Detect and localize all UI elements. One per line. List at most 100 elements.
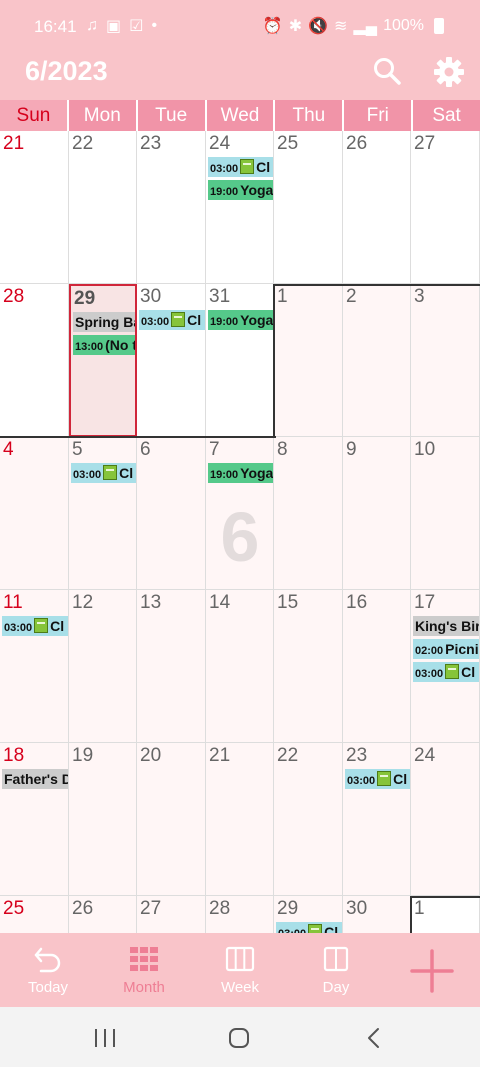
day-number: 14 bbox=[209, 592, 231, 613]
day-cell[interactable]: 26 bbox=[69, 896, 137, 933]
month-title[interactable]: 6/2023 bbox=[25, 56, 108, 87]
event-chip[interactable]: 03:00Cl bbox=[2, 616, 68, 636]
day-cell[interactable]: 19 bbox=[69, 743, 137, 896]
day-cell[interactable]: 25 bbox=[0, 896, 69, 933]
event-chip[interactable]: 03:00Cl bbox=[139, 310, 205, 330]
day-cell[interactable]: 18 Father's D bbox=[0, 743, 69, 896]
event-chip[interactable]: 03:00Cl bbox=[71, 463, 136, 483]
day-number: 7 bbox=[209, 439, 220, 460]
day-cell[interactable]: 16 bbox=[343, 590, 411, 743]
day-cell[interactable]: 22 bbox=[69, 131, 137, 284]
event-title: Cl bbox=[256, 159, 271, 175]
day-cell[interactable]: 27 bbox=[411, 131, 480, 284]
day-cell[interactable]: 30 03:00 Cl bbox=[137, 284, 206, 437]
day-columns-icon bbox=[323, 946, 349, 972]
day-cell[interactable]: 10 bbox=[411, 437, 480, 590]
event-chip[interactable]: 19:00 Yoga bbox=[208, 180, 273, 200]
event-time: 19:00 bbox=[210, 469, 239, 481]
day-cell[interactable]: 17 King's Bir 02:00 Picni 03:00 Cl bbox=[411, 590, 480, 743]
day-cell[interactable]: 11 03:00 Cl bbox=[0, 590, 69, 743]
day-cell[interactable]: 26 bbox=[343, 131, 411, 284]
battery-icon bbox=[434, 18, 444, 34]
day-cell[interactable]: 6 bbox=[137, 437, 206, 590]
day-number: 23 bbox=[346, 745, 368, 766]
day-cell[interactable]: 22 bbox=[274, 743, 343, 896]
event-time: 03:00 bbox=[347, 775, 376, 787]
battery-percent: 100% bbox=[383, 17, 424, 34]
day-cell[interactable]: 5 03:00 Cl bbox=[69, 437, 137, 590]
day-cell[interactable]: 21 bbox=[206, 743, 274, 896]
event-chip[interactable]: 19:00 Yoga bbox=[208, 310, 273, 330]
event-chip[interactable]: 13:00 (No t bbox=[73, 335, 135, 355]
recent-apps-icon[interactable] bbox=[93, 1027, 117, 1049]
event-chip[interactable]: 19:00 Yoga bbox=[208, 463, 273, 483]
event-time: 02:00 bbox=[415, 645, 444, 657]
month-watermark: 6 bbox=[220, 498, 260, 576]
day-cell[interactable]: 15 bbox=[274, 590, 343, 743]
day-number: 3 bbox=[414, 286, 425, 307]
book-icon bbox=[103, 465, 118, 480]
day-cell[interactable]: 8 bbox=[274, 437, 343, 590]
day-number: 5 bbox=[72, 439, 83, 460]
nav-month-button[interactable]: Month bbox=[96, 933, 192, 1007]
search-icon[interactable] bbox=[372, 56, 402, 86]
day-cell[interactable]: 21 bbox=[0, 131, 69, 284]
event-chip[interactable]: Spring Ba bbox=[73, 312, 135, 332]
day-number: 27 bbox=[414, 133, 436, 154]
day-cell[interactable]: 1 bbox=[274, 284, 343, 437]
day-cell[interactable]: 4 bbox=[0, 437, 69, 590]
day-cell[interactable]: 23 03:00 Cl bbox=[343, 743, 411, 896]
day-number: 8 bbox=[277, 439, 288, 460]
event-title: (No t bbox=[105, 337, 135, 353]
nav-month-label: Month bbox=[123, 979, 165, 996]
day-cell[interactable]: 30 bbox=[343, 896, 411, 933]
day-number: 24 bbox=[209, 133, 231, 154]
day-cell[interactable]: 23 bbox=[137, 131, 206, 284]
day-number: 31 bbox=[209, 286, 231, 307]
nav-today-label: Today bbox=[27, 979, 69, 996]
day-number: 18 bbox=[3, 745, 25, 766]
day-cell[interactable]: 28 bbox=[206, 896, 274, 933]
day-cell[interactable]: 24 03:00 Cl 19:00 Yoga bbox=[206, 131, 274, 284]
day-cell-today[interactable]: 29 Spring Ba 13:00 (No t bbox=[69, 284, 137, 437]
day-number: 29 bbox=[277, 898, 299, 919]
back-icon[interactable] bbox=[366, 1027, 382, 1049]
add-event-icon[interactable] bbox=[408, 947, 456, 995]
day-cell[interactable]: 24 bbox=[411, 743, 480, 896]
event-chip[interactable]: King's Bir bbox=[413, 616, 479, 636]
day-cell[interactable]: 28 bbox=[0, 284, 69, 437]
day-cell[interactable]: 27 bbox=[137, 896, 206, 933]
day-cell[interactable]: 29 03:00Cl bbox=[274, 896, 343, 933]
day-cell[interactable]: 14 bbox=[206, 590, 274, 743]
nav-day-label: Day bbox=[322, 979, 350, 996]
day-cell[interactable]: 13 bbox=[137, 590, 206, 743]
day-cell[interactable]: 3 bbox=[411, 284, 480, 437]
day-cell[interactable]: 31 19:00 Yoga bbox=[206, 284, 274, 437]
day-cell[interactable]: 20 bbox=[137, 743, 206, 896]
nav-week-button[interactable]: Week bbox=[192, 933, 288, 1007]
gear-icon[interactable] bbox=[433, 56, 465, 88]
event-chip[interactable]: 03:00Cl bbox=[276, 922, 342, 933]
day-cell[interactable]: 25 bbox=[274, 131, 343, 284]
event-chip[interactable]: 02:00 Picni bbox=[413, 639, 479, 659]
book-icon bbox=[34, 618, 49, 633]
event-chip[interactable]: Father's D bbox=[2, 769, 68, 789]
day-cell[interactable]: 12 bbox=[69, 590, 137, 743]
event-chip[interactable]: 03:00Cl bbox=[208, 157, 273, 177]
event-title: Cl bbox=[324, 924, 339, 933]
weekday-header: Sun Mon Tue Wed Thu Fri Sat bbox=[0, 100, 480, 131]
event-time: 03:00 bbox=[415, 668, 444, 680]
nav-today-button[interactable]: Today bbox=[0, 933, 96, 1007]
home-icon[interactable] bbox=[228, 1027, 250, 1049]
day-cell[interactable]: 2 bbox=[343, 284, 411, 437]
event-chip[interactable]: 03:00Cl bbox=[413, 662, 479, 682]
month-grid: 21 22 23 24 03:00 Cl 19:00 Yoga 25 26 27 28 29 Spring… bbox=[0, 131, 480, 933]
day-cell[interactable]: 1 bbox=[411, 896, 480, 933]
event-chip[interactable]: 03:00Cl bbox=[345, 769, 410, 789]
day-number: 28 bbox=[209, 898, 231, 919]
book-icon bbox=[377, 771, 392, 786]
book-icon bbox=[445, 664, 460, 679]
day-number: 13 bbox=[140, 592, 162, 613]
day-cell[interactable]: 9 bbox=[343, 437, 411, 590]
nav-day-button[interactable]: Day bbox=[288, 933, 384, 1007]
